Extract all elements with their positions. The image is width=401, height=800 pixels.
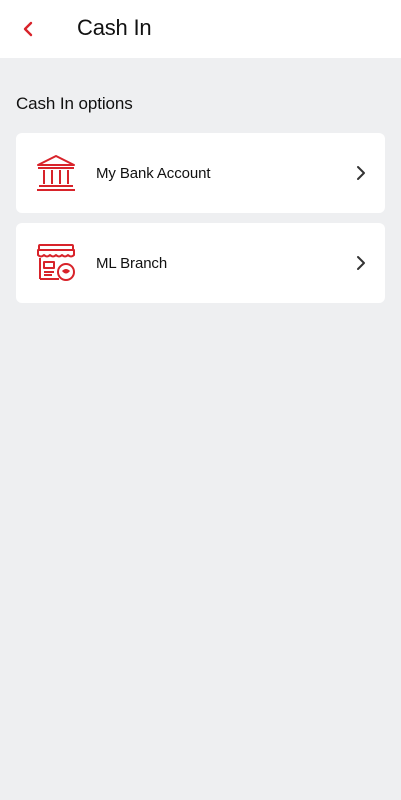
chevron-right-icon xyxy=(337,165,385,181)
bank-icon-wrap xyxy=(16,133,96,213)
option-label: My Bank Account xyxy=(96,164,211,182)
header-bar: Cash In xyxy=(0,0,401,58)
section-title: Cash In options xyxy=(16,94,133,113)
option-my-bank-account[interactable]: My Bank Account xyxy=(16,133,385,213)
chevron-left-icon xyxy=(23,21,33,37)
back-button[interactable] xyxy=(0,0,66,58)
store-icon xyxy=(37,244,75,281)
chevron-right-icon xyxy=(337,255,385,271)
bank-icon xyxy=(37,155,75,191)
store-icon-wrap xyxy=(16,223,96,303)
option-label: ML Branch xyxy=(96,254,168,272)
app-screen: Cash In Cash In options My Bank Account … xyxy=(0,0,401,800)
option-ml-branch[interactable]: ML Branch xyxy=(16,223,385,303)
page-title: Cash In xyxy=(77,15,152,40)
main-content: Cash In options My Bank Account ML Branc… xyxy=(0,58,401,303)
